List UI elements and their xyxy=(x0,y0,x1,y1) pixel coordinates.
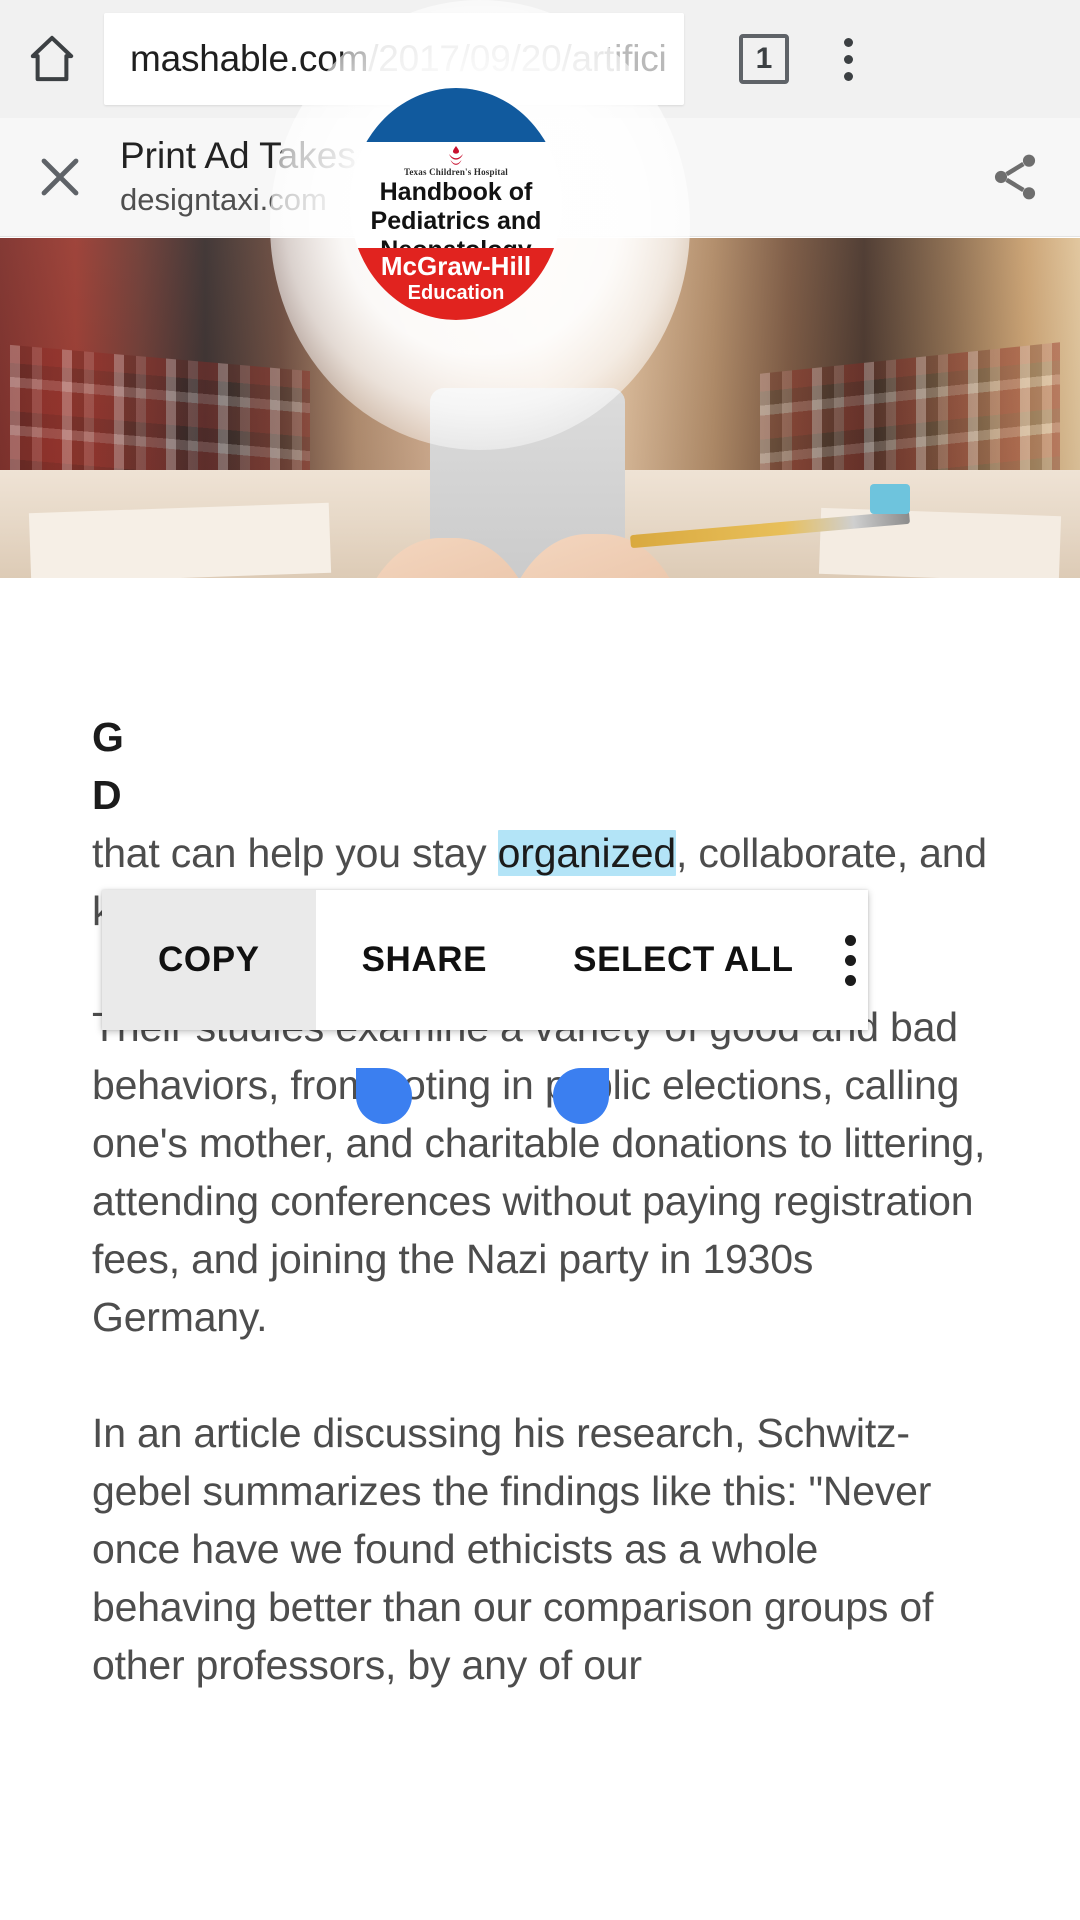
hero-eraser xyxy=(870,484,910,514)
chrome-overflow-icon-dot2 xyxy=(843,54,853,64)
article-hero-image xyxy=(0,238,1080,578)
paragraph-2[interactable]: Their studies examine a variety of good … xyxy=(92,998,988,1346)
amp-title-group[interactable]: Print Ad Takes T designtaxi.com xyxy=(120,133,950,221)
copy-button[interactable]: COPY xyxy=(102,890,316,1030)
url-bar[interactable]: mashable.com/2017/09/20/artifici xyxy=(104,13,684,105)
amp-header-bar: Print Ad Takes T designtaxi.com xyxy=(0,118,1080,237)
article-source: designtaxi.com xyxy=(120,182,327,217)
paragraph-3[interactable]: In an article discussing his research, S… xyxy=(92,1404,988,1694)
chrome-overflow-icon-dot3 xyxy=(843,71,853,81)
share-button[interactable] xyxy=(950,118,1080,237)
selected-word[interactable]: organized xyxy=(497,830,676,876)
article-body: G D that can help you stay organized, co… xyxy=(0,578,1080,1920)
text-selection-context-menu: COPY SHARE SELECT ALL xyxy=(102,890,868,1030)
browser-toolbar: mashable.com/2017/09/20/artifici 1 xyxy=(0,0,1080,118)
selected-paragraph-pre: that can help you stay xyxy=(92,830,498,876)
url-path: /2017/09/20/artifici xyxy=(368,38,667,79)
menu-overflow-icon-dot3 xyxy=(845,974,857,986)
article-title: Print Ad Takes T xyxy=(120,135,389,176)
home-icon xyxy=(30,35,74,82)
select-all-button[interactable]: SELECT ALL xyxy=(533,890,834,1030)
selection-menu-overflow-button[interactable] xyxy=(834,890,868,1030)
home-button[interactable] xyxy=(0,0,104,118)
share-menu-button[interactable]: SHARE xyxy=(316,890,534,1030)
close-icon xyxy=(41,158,79,196)
selection-handle-left-icon[interactable] xyxy=(356,1068,412,1124)
close-article-button[interactable] xyxy=(0,118,120,237)
tab-count-label: 1 xyxy=(739,34,789,84)
headline-fragment-1: G xyxy=(92,714,124,760)
selection-handle-right-icon[interactable] xyxy=(553,1068,609,1124)
menu-overflow-icon-dot2 xyxy=(845,954,857,966)
chrome-overflow-icon xyxy=(843,37,853,47)
url-host: mashable.com xyxy=(130,38,369,79)
menu-overflow-icon xyxy=(845,934,857,946)
share-icon xyxy=(994,154,1036,200)
headline-fragment-2: D xyxy=(92,772,122,818)
tab-counter-button[interactable]: 1 xyxy=(726,0,802,118)
hero-paper-left xyxy=(28,502,332,578)
browser-menu-button[interactable] xyxy=(802,0,894,118)
url-text: mashable.com/2017/09/20/artifici xyxy=(130,38,667,80)
